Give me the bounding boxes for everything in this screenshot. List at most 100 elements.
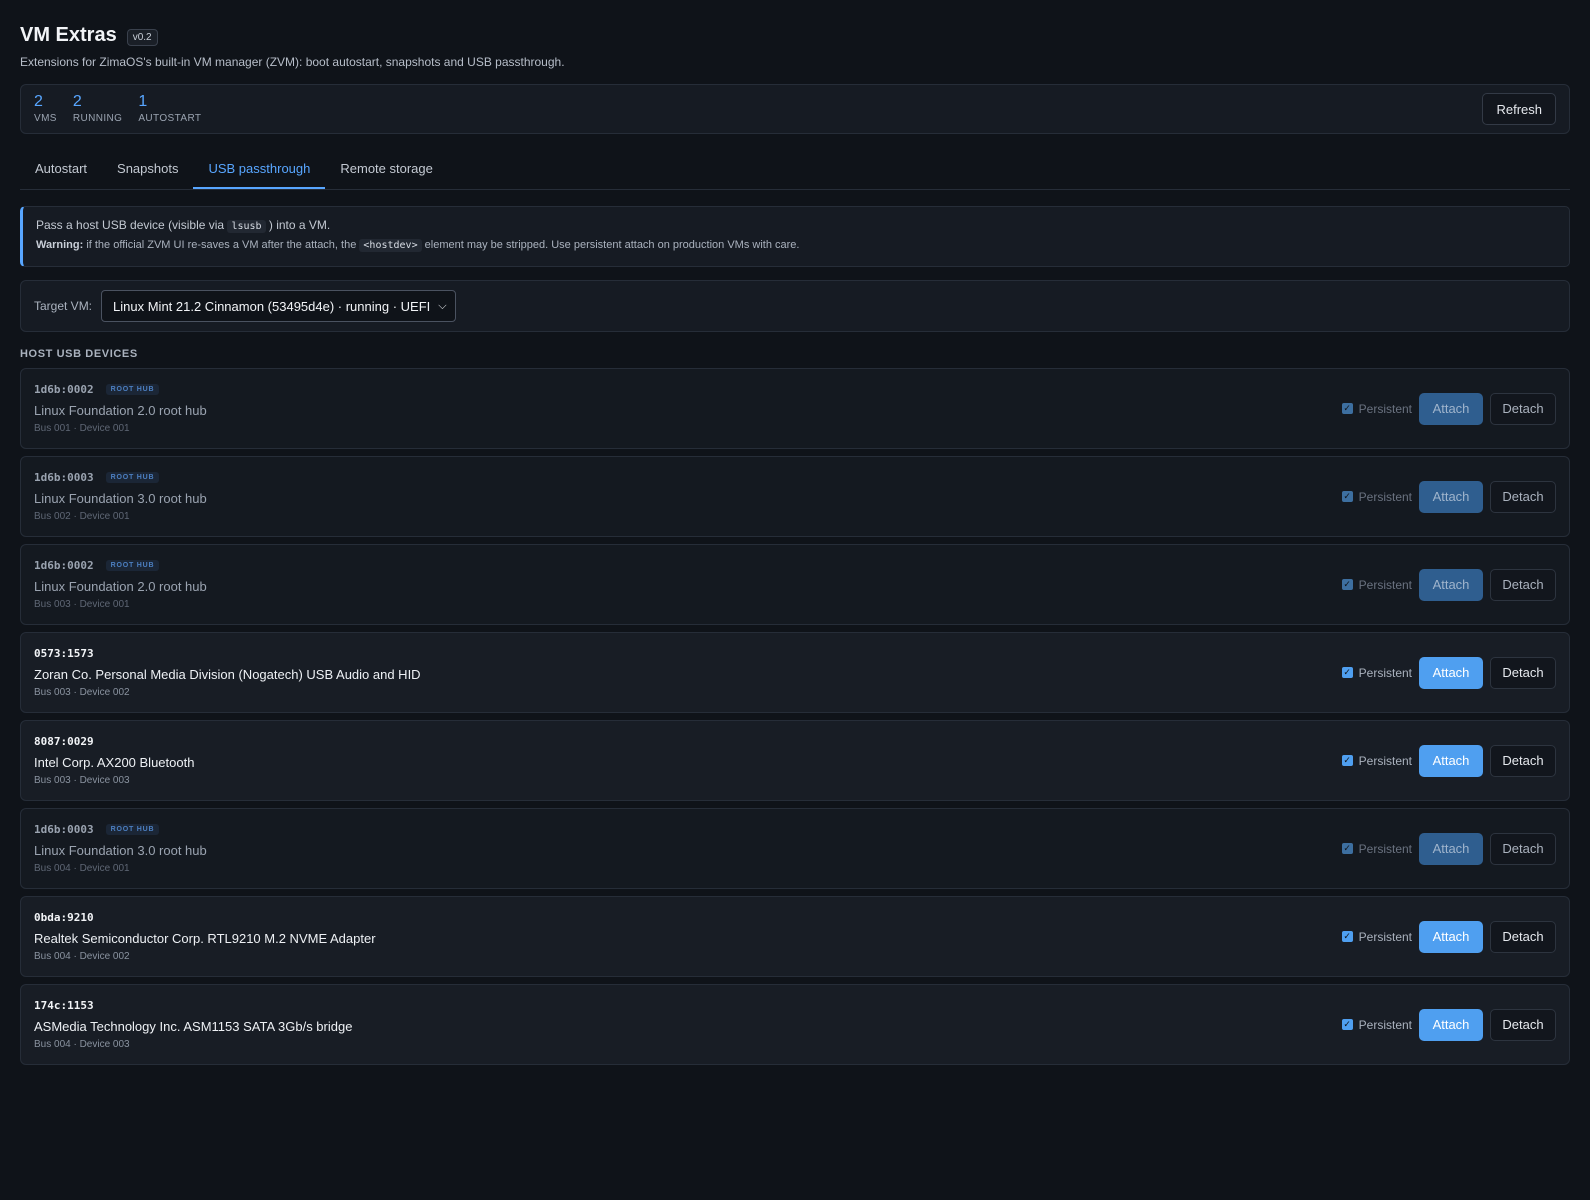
- persistent-label: Persistent: [1358, 753, 1412, 768]
- target-vm-selected: Linux Mint 21.2 Cinnamon (53495d4e) · ru…: [113, 298, 431, 314]
- target-vm-label: Target VM:: [34, 299, 93, 313]
- hostdev-code: <hostdev>: [359, 239, 422, 252]
- tab-autostart[interactable]: Autostart: [20, 150, 102, 189]
- root-hub-badge: ROOT HUB: [105, 384, 160, 395]
- attach-button[interactable]: Attach: [1419, 392, 1483, 425]
- usb-device-row: 1d6b:0002 ROOT HUB Linux Foundation 2.0 …: [20, 544, 1570, 625]
- persistent-label: Persistent: [1358, 665, 1412, 680]
- checkbox-icon[interactable]: ✓: [1341, 843, 1353, 854]
- attach-button[interactable]: Attach: [1419, 568, 1483, 601]
- stat-autostart-label: AUTOSTART: [138, 113, 202, 124]
- checkbox-icon[interactable]: ✓: [1341, 579, 1353, 590]
- stat-autostart-value: 1: [138, 93, 148, 110]
- detach-button[interactable]: Detach: [1490, 832, 1556, 865]
- refresh-button[interactable]: Refresh: [1482, 93, 1556, 125]
- persistent-toggle[interactable]: ✓ Persistent: [1341, 665, 1412, 680]
- persistent-label: Persistent: [1358, 1017, 1412, 1032]
- persistent-toggle[interactable]: ✓ Persistent: [1341, 841, 1412, 856]
- device-name: Linux Foundation 3.0 root hub: [34, 843, 207, 858]
- stat-running: 2 RUNNING: [72, 93, 122, 125]
- device-id: 1d6b:0003: [34, 471, 94, 484]
- device-info: 1d6b:0003 ROOT HUB Linux Foundation 3.0 …: [34, 471, 1342, 522]
- device-controls: ✓ Persistent Attach Detach: [1341, 1008, 1556, 1041]
- checkbox-icon[interactable]: ✓: [1341, 755, 1353, 766]
- device-name: Linux Foundation 3.0 root hub: [34, 491, 207, 506]
- device-controls: ✓ Persistent Attach Detach: [1341, 832, 1556, 865]
- attach-button[interactable]: Attach: [1419, 920, 1483, 953]
- usb-passthrough-page: VM Extras v0.2 Extensions for ZimaOS's b…: [0, 0, 1590, 1065]
- tab-snapshots[interactable]: Snapshots: [102, 150, 193, 189]
- root-hub-badge: ROOT HUB: [105, 560, 160, 571]
- device-name: ASMedia Technology Inc. ASM1153 SATA 3Gb…: [34, 1019, 353, 1034]
- detach-button[interactable]: Detach: [1490, 568, 1556, 601]
- attach-button[interactable]: Attach: [1419, 1008, 1483, 1041]
- stat-autostart: 1 AUTOSTART: [138, 93, 202, 125]
- checkbox-icon[interactable]: ✓: [1341, 491, 1353, 502]
- lsusb-code: lsusb: [227, 220, 266, 233]
- version-badge: v0.2: [126, 28, 158, 46]
- detach-button[interactable]: Detach: [1490, 920, 1556, 953]
- device-bus: Bus 003 · Device 002: [34, 687, 130, 698]
- stat-vms: 2 VMS: [34, 94, 57, 125]
- detach-button[interactable]: Detach: [1490, 1008, 1556, 1041]
- detach-button[interactable]: Detach: [1490, 744, 1556, 777]
- device-info: 0bda:9210 Realtek Semiconductor Corp. RT…: [34, 911, 1342, 962]
- attach-button[interactable]: Attach: [1419, 744, 1483, 777]
- checkbox-icon[interactable]: ✓: [1341, 403, 1353, 414]
- persistent-label: Persistent: [1358, 489, 1412, 504]
- persistent-toggle[interactable]: ✓ Persistent: [1341, 578, 1412, 592]
- device-info: 1d6b:0002 ROOT HUB Linux Foundation 2.0 …: [34, 383, 1342, 434]
- device-controls: ✓ Persistent Attach Detach: [1341, 920, 1556, 953]
- device-bus: Bus 001 · Device 001: [34, 423, 130, 434]
- device-controls: ✓ Persistent Attach Detach: [1341, 568, 1556, 601]
- detach-button[interactable]: Detach: [1490, 392, 1556, 425]
- info-callout: Pass a host USB device (visible via lsus…: [20, 206, 1570, 267]
- stat-running-value: 2: [72, 93, 82, 110]
- section-title: HOST USB DEVICES: [20, 348, 138, 360]
- target-vm-card: Target VM: Linux Mint 21.2 Cinnamon (534…: [20, 280, 1570, 332]
- device-info: 0573:1573 Zoran Co. Personal Media Divis…: [34, 647, 1342, 698]
- checkbox-icon[interactable]: ✓: [1341, 1019, 1353, 1030]
- device-name: Linux Foundation 2.0 root hub: [34, 579, 207, 594]
- target-vm-select[interactable]: Linux Mint 21.2 Cinnamon (53495d4e) · ru…: [101, 290, 456, 322]
- device-bus: Bus 004 · Device 002: [34, 951, 130, 962]
- device-bus: Bus 003 · Device 003: [34, 775, 130, 786]
- checkbox-icon[interactable]: ✓: [1341, 667, 1353, 678]
- usb-device-row: 1d6b:0003 ROOT HUB Linux Foundation 3.0 …: [20, 456, 1570, 537]
- persistent-toggle[interactable]: ✓ Persistent: [1341, 1017, 1412, 1032]
- usb-device-row: 0bda:9210 Realtek Semiconductor Corp. RT…: [20, 896, 1570, 977]
- device-controls: ✓ Persistent Attach Detach: [1341, 656, 1556, 689]
- device-name: Realtek Semiconductor Corp. RTL9210 M.2 …: [34, 931, 376, 946]
- detach-button[interactable]: Detach: [1490, 656, 1556, 689]
- page-title: VM Extras: [20, 24, 117, 46]
- persistent-label: Persistent: [1358, 841, 1412, 856]
- device-controls: ✓ Persistent Attach Detach: [1341, 480, 1556, 513]
- device-id: 1d6b:0002: [34, 383, 94, 396]
- device-info: 1d6b:0002 ROOT HUB Linux Foundation 2.0 …: [34, 559, 1342, 610]
- detach-button[interactable]: Detach: [1490, 480, 1556, 513]
- device-id: 1d6b:0002: [34, 559, 94, 572]
- device-controls: ✓ Persistent Attach Detach: [1341, 392, 1556, 425]
- device-bus: Bus 004 · Device 003: [34, 1039, 130, 1050]
- device-id: 8087:0029: [34, 735, 94, 748]
- attach-button[interactable]: Attach: [1419, 656, 1483, 689]
- persistent-label: Persistent: [1358, 401, 1412, 416]
- tab-remote-storage[interactable]: Remote storage: [325, 150, 448, 189]
- info-warning: Warning: if the official ZVM UI re-saves…: [36, 239, 800, 252]
- persistent-toggle[interactable]: ✓ Persistent: [1341, 489, 1412, 504]
- device-name: Zoran Co. Personal Media Division (Nogat…: [34, 667, 421, 682]
- usb-device-row: 174c:1153 ASMedia Technology Inc. ASM115…: [20, 984, 1570, 1065]
- attach-button[interactable]: Attach: [1419, 832, 1483, 865]
- device-name: Linux Foundation 2.0 root hub: [34, 403, 207, 418]
- page-subtitle: Extensions for ZimaOS's built-in VM mana…: [20, 55, 565, 69]
- device-list: 1d6b:0002 ROOT HUB Linux Foundation 2.0 …: [20, 368, 1570, 1065]
- usb-device-row: 1d6b:0002 ROOT HUB Linux Foundation 2.0 …: [20, 368, 1570, 449]
- checkbox-icon[interactable]: ✓: [1341, 931, 1353, 942]
- device-id: 1d6b:0003: [34, 823, 94, 836]
- device-id: 174c:1153: [34, 999, 94, 1012]
- attach-button[interactable]: Attach: [1419, 480, 1483, 513]
- persistent-toggle[interactable]: ✓ Persistent: [1341, 930, 1412, 944]
- tab-usb-passthrough[interactable]: USB passthrough: [193, 150, 326, 189]
- persistent-toggle[interactable]: ✓ Persistent: [1341, 401, 1412, 416]
- persistent-toggle[interactable]: ✓ Persistent: [1341, 753, 1412, 768]
